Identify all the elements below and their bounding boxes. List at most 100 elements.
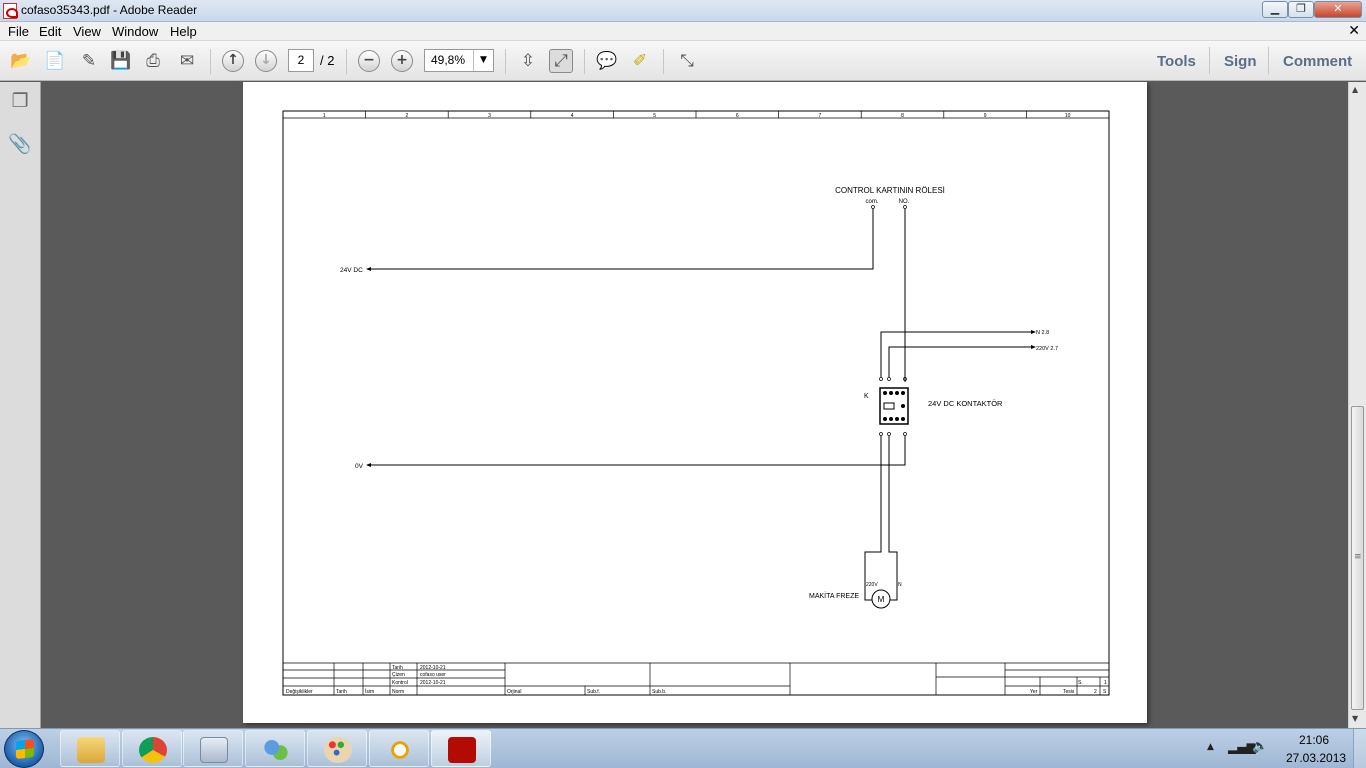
supply-0v-label: 0V	[355, 463, 364, 470]
menu-help[interactable]: Help	[170, 24, 197, 39]
close-button[interactable]: ✕	[1314, 1, 1362, 18]
previous-page-button[interactable]: ↑	[221, 49, 245, 73]
tb-sheets: 1	[1104, 680, 1107, 686]
next-page-button[interactable]: ↓	[254, 49, 278, 73]
scroll-down-icon[interactable]: ▼	[1352, 714, 1358, 723]
toolbar-separator	[1209, 47, 1210, 74]
tb-yer: Yer	[1030, 689, 1038, 695]
close-document-icon[interactable]: ✕	[1348, 23, 1360, 39]
wire-n	[880, 331, 1033, 377]
tools-link[interactable]: Tools	[1157, 53, 1196, 70]
print-icon[interactable]: ⎙	[141, 49, 165, 73]
taskbar-adobe-reader[interactable]	[431, 730, 491, 767]
zoom-select[interactable]: 49,8% ▼	[424, 49, 494, 72]
edit-pdf-icon[interactable]: ✎	[77, 49, 101, 73]
attachments-icon[interactable]: 📎	[8, 132, 32, 156]
plus-icon: +	[391, 50, 413, 72]
output-n-label: N 2.8	[1036, 330, 1049, 336]
create-pdf-icon[interactable]: 📄	[43, 49, 67, 73]
tb-orjinal: Orjinal	[507, 689, 521, 695]
taskbar	[0, 728, 1366, 768]
zoom-in-button[interactable]: +	[390, 49, 414, 73]
sticky-note-icon[interactable]: 💬	[595, 49, 619, 73]
tb-kontrol-value: 2012-10-21	[420, 680, 446, 686]
menu-window[interactable]: Window	[112, 24, 158, 39]
menu-view[interactable]: View	[73, 24, 101, 39]
motor-label: MAKİTA FREZE	[809, 591, 859, 600]
column-number: 5	[653, 113, 656, 119]
maximize-button[interactable]: ❐	[1288, 1, 1314, 18]
clock-time[interactable]: 21:06	[1299, 733, 1329, 747]
document-area: 1 2 3 4 5 6 7 8 9 10 CONTROL KARTININ RÖLESİ com.…	[42, 82, 1348, 728]
pdf-file-icon	[3, 3, 18, 19]
toolbar-separator	[210, 49, 211, 74]
tb-isim: İsim	[365, 688, 374, 695]
column-number: 8	[901, 113, 904, 119]
chevron-down-icon[interactable]: ▼	[473, 50, 493, 71]
scroll-up-icon[interactable]: ▲	[1352, 85, 1358, 94]
column-number: 6	[736, 113, 739, 119]
supply-24v-label: 24V DC	[340, 267, 363, 274]
highlight-icon[interactable]: ✐	[628, 49, 652, 73]
column-number: 2	[406, 113, 409, 119]
vertical-scrollbar[interactable]: ▲ ≡ ▼	[1348, 82, 1366, 728]
arrow-up-icon: ↑	[222, 50, 244, 72]
email-icon[interactable]: ✉	[175, 49, 199, 73]
sun-icon	[386, 737, 414, 763]
tb-subf: Sub.f.	[587, 689, 600, 695]
minimize-button[interactable]: ▁	[1262, 1, 1288, 18]
zoom-out-button[interactable]: −	[357, 49, 381, 73]
toolbar-separator	[346, 49, 347, 74]
users-icon	[262, 737, 290, 763]
wire-220v	[888, 346, 1033, 377]
adobe-reader-icon	[448, 737, 476, 763]
contactor-tag: K	[864, 393, 869, 400]
tray-expand-icon[interactable]: ▲	[1207, 742, 1214, 752]
paint-palette-icon	[324, 737, 352, 763]
tb-tarih-label: Tarih	[392, 665, 403, 671]
fit-width-icon[interactable]: ⤢	[549, 49, 573, 73]
tb-degisiklikler: Değişiklikler	[286, 689, 313, 695]
wire-motor-220v	[864, 436, 882, 601]
wire-motor-n	[888, 436, 898, 601]
relay-no-label: NO.	[899, 199, 910, 205]
windows-logo-icon	[16, 739, 34, 759]
full-screen-icon[interactable]: ⤡	[675, 49, 699, 73]
tb-norm: Norm	[392, 689, 404, 695]
motor-n-label: N	[898, 582, 902, 588]
start-button[interactable]	[4, 730, 44, 768]
taskbar-calculator[interactable]	[183, 730, 243, 767]
tb-page: 2	[1094, 689, 1097, 695]
title-bar: cofaso35343.pdf - Adobe Reader ▁ ❐ ✕	[0, 0, 1366, 22]
speaker-icon[interactable]: 🔈	[1252, 739, 1268, 754]
menu-edit[interactable]: Edit	[39, 24, 61, 39]
fit-page-icon[interactable]: ⇳	[516, 49, 540, 73]
page-number-input[interactable]: 2	[288, 49, 314, 72]
navigation-pane: ❐ 📎	[0, 82, 41, 728]
taskbar-sun-app[interactable]	[369, 730, 429, 767]
show-desktop-button[interactable]	[1353, 729, 1366, 768]
save-icon[interactable]: 💾	[109, 49, 133, 73]
tb-s2: S	[1103, 689, 1107, 695]
taskbar-explorer[interactable]	[60, 730, 120, 767]
comment-link[interactable]: Comment	[1283, 53, 1352, 70]
folder-icon	[77, 737, 105, 763]
toolbar-separator	[1268, 47, 1269, 74]
open-file-icon[interactable]: 📂	[9, 49, 33, 73]
clock-date[interactable]: 27.03.2013	[1286, 751, 1346, 765]
calculator-icon	[200, 737, 228, 763]
taskbar-chrome[interactable]	[122, 730, 182, 767]
output-220v-label: 220V 2.7	[1036, 346, 1058, 352]
taskbar-paint[interactable]	[307, 730, 367, 767]
page-thumbnails-icon[interactable]: ❐	[8, 90, 32, 114]
chrome-icon	[139, 737, 167, 763]
minus-icon: −	[358, 50, 380, 72]
wire-0v	[369, 436, 906, 466]
zoom-value: 49,8%	[431, 53, 466, 67]
schematic-drawing: 1 2 3 4 5 6 7 8 9 10 CONTROL KARTININ RÖLESİ com.…	[282, 110, 1110, 696]
taskbar-network-users[interactable]	[245, 730, 305, 767]
menu-file[interactable]: File	[8, 24, 29, 39]
scroll-thumb[interactable]: ≡	[1351, 406, 1364, 710]
sign-link[interactable]: Sign	[1224, 53, 1257, 70]
toolbar-separator	[505, 49, 506, 74]
